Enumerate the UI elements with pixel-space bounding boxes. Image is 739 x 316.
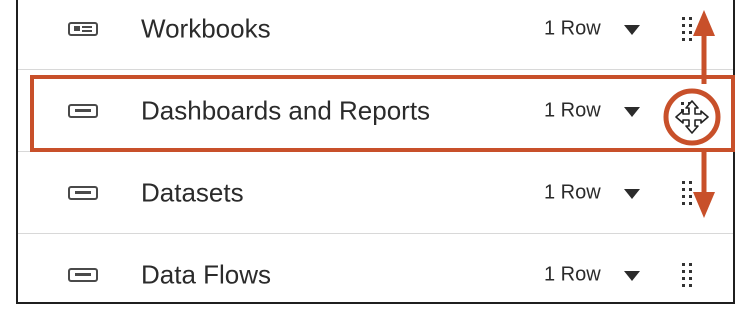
up-arrow-icon <box>693 10 715 84</box>
annotation-overlay <box>663 10 721 218</box>
down-arrow-icon <box>693 150 715 218</box>
move-cursor-icon[interactable] <box>663 88 721 146</box>
